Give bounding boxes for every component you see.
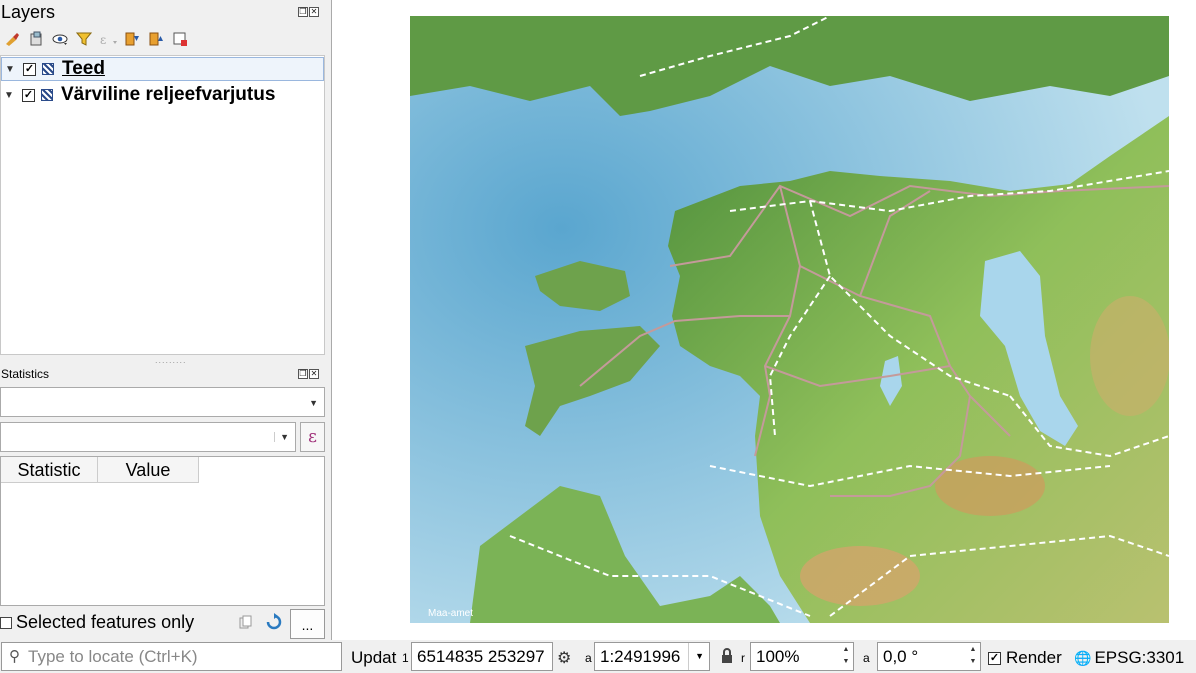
chevron-down-icon: ▼ [688,643,704,670]
filter-expression-icon[interactable]: ε [99,30,117,48]
statistics-dock-buttons: ❐ ✕ [298,369,319,379]
expression-button[interactable]: ε [300,422,325,452]
highland-area [1090,296,1169,416]
expand-arrow-icon[interactable]: ▼ [3,90,15,101]
search-icon: ⚲ [9,648,20,665]
layer-styling-icon[interactable] [3,30,21,48]
layer-name: Teed [62,58,105,79]
coordinate-value: 6514835 253297 [417,647,545,666]
coordinate-label-fragment: 1 [402,651,409,665]
selected-only-checkbox[interactable] [0,616,12,629]
render-toggle[interactable]: ✓ Render [988,648,1062,668]
close-panel-icon[interactable]: ✕ [309,7,319,17]
magnifier-value: 100% [756,647,800,666]
copy-icon[interactable] [239,615,253,634]
layer-visibility-checkbox[interactable]: ✓ [22,88,35,102]
layer-name: Värviline reljeefvarjutus [61,84,276,105]
update-label: Updat [351,648,397,667]
magnifier-label-fragment: r [741,651,745,665]
layer-item-relief[interactable]: ▼ ✓ Värviline reljeefvarjutus [1,83,275,107]
collapse-all-icon[interactable] [147,30,165,48]
magnifier-spinbox[interactable]: 100% ▲ ▼ [750,642,854,671]
layer-item-teed[interactable]: ▼ ✓ Teed [1,57,324,81]
chevron-down-icon: ▼ [274,432,289,442]
layers-dock-buttons: ❐ ✕ [298,7,319,17]
rotation-label-fragment: a [863,651,870,665]
spinbox-arrows-icon[interactable]: ▲ ▼ [967,644,979,669]
manage-visibility-icon[interactable] [51,30,69,48]
filter-legend-icon[interactable] [75,30,93,48]
coordinate-toggle-icon[interactable]: ⚙ [557,648,571,668]
raster-layer-icon [42,63,54,75]
map-image[interactable]: Maa-amet [410,16,1169,623]
status-bar: ⚲ Type to locate (Ctrl+K) Updat 1 651483… [0,640,1196,673]
scale-combo[interactable]: 1:2491996 ▼ [594,642,710,671]
spinbox-arrows-icon[interactable]: ▲ ▼ [840,644,852,669]
crs-button[interactable]: 🌐 EPSG:3301 [1074,648,1184,668]
field-select-combo[interactable]: ▼ [0,422,296,452]
render-label: Render [1006,648,1062,667]
statistics-panel-title: Statistics [1,367,50,381]
selected-features-only[interactable]: Selected features only [0,612,194,633]
statistics-table[interactable]: Statistic Value [0,456,325,606]
float-panel-icon[interactable]: ❐ [298,369,308,379]
raster-layer-icon [41,89,53,101]
layers-panel-title: Layers [1,2,56,22]
remove-layer-icon[interactable] [171,30,189,48]
column-header-value[interactable]: Value [98,457,199,483]
close-panel-icon[interactable]: ✕ [309,369,319,379]
layer-select-combo[interactable]: ▼ [0,387,325,417]
layers-toolbar: ε [3,30,189,48]
map-attribution: Maa-amet [428,608,473,619]
expand-arrow-icon[interactable]: ▼ [4,64,16,75]
layer-visibility-checkbox[interactable]: ✓ [23,62,36,76]
more-button[interactable]: ... [290,609,325,639]
highland-area [800,546,920,606]
crs-label: EPSG:3301 [1094,648,1185,667]
coordinate-field[interactable]: 6514835 253297 [411,642,553,671]
expand-all-icon[interactable] [123,30,141,48]
panel-splitter[interactable]: ......... [155,355,187,365]
locator-search[interactable]: ⚲ Type to locate (Ctrl+K) [1,642,342,671]
rotation-spinbox[interactable]: 0,0 ° ▲ ▼ [877,642,981,671]
selected-only-label: Selected features only [16,612,195,632]
relief-map: Maa-amet [410,16,1169,623]
chevron-down-icon: ▼ [309,398,318,408]
render-checkbox[interactable]: ✓ [988,651,1001,665]
float-panel-icon[interactable]: ❐ [298,7,308,17]
column-header-statistic[interactable]: Statistic [1,457,98,483]
add-group-icon[interactable] [27,30,45,48]
refresh-icon[interactable] [265,613,283,634]
globe-icon: 🌐 [1074,649,1092,666]
layer-tree[interactable]: ▼ ✓ Teed ▼ ✓ Värviline reljeefvarjutus [0,55,325,355]
scale-label-fragment: a [585,651,592,665]
locator-placeholder: Type to locate (Ctrl+K) [28,647,198,666]
scale-value: 1:2491996 [600,647,681,666]
rotation-value: 0,0 ° [883,647,919,666]
map-canvas[interactable]: Maa-amet [331,0,1196,640]
svg-text:ε: ε [100,33,106,47]
lock-scale-icon[interactable] [720,648,734,667]
